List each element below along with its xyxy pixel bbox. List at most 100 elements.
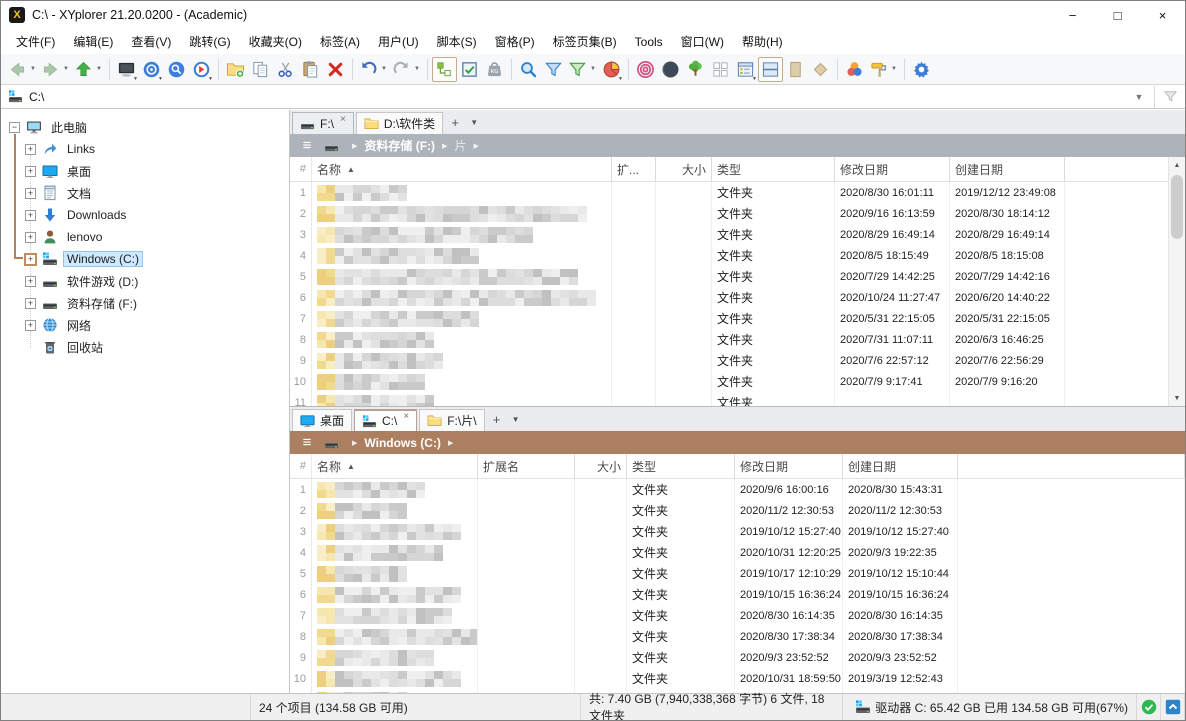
column-header-6[interactable]: 创建日期 <box>843 454 958 478</box>
toolbar-copy-button[interactable] <box>248 57 273 82</box>
column-header-0[interactable]: # <box>290 157 312 181</box>
new-tab-button[interactable]: + <box>445 115 465 130</box>
file-row[interactable]: 6文件夹2019/10/15 16:36:242019/10/15 16:36:… <box>290 584 1185 605</box>
toolbar-forward-button[interactable]: ▼ <box>39 57 72 82</box>
toolbar-dark-mode-button[interactable] <box>658 57 683 82</box>
tab-close-icon[interactable]: × <box>403 412 409 422</box>
scroll-down-icon[interactable]: ▼ <box>1169 390 1185 406</box>
file-row[interactable]: 7文件夹2020/5/31 22:15:052020/5/31 22:15:05 <box>290 308 1185 329</box>
redo-dropdown-icon[interactable]: ▼ <box>413 66 421 72</box>
tree-item-2[interactable]: +桌面 <box>1 160 289 182</box>
file-row[interactable]: 8文件夹2020/8/30 17:38:342020/8/30 17:38:34 <box>290 626 1185 647</box>
statistics-dropdown-icon[interactable]: ▼ <box>618 76 623 82</box>
toolbar-details-view-button[interactable]: ▼ <box>733 57 758 82</box>
toolbar-filter-button[interactable] <box>541 57 566 82</box>
toolbar-statistics-button[interactable]: ▼ <box>599 57 624 82</box>
tree-expander-icon[interactable]: − <box>9 122 20 133</box>
file-row[interactable]: 3文件夹2019/10/12 15:27:402019/10/12 15:27:… <box>290 521 1185 542</box>
toolbar-cut-button[interactable] <box>273 57 298 82</box>
tree-item-4[interactable]: +Downloads <box>1 204 289 226</box>
forward-dropdown-icon[interactable]: ▼ <box>62 66 70 72</box>
toolbar-new-folder-button[interactable] <box>223 57 248 82</box>
minimize-button[interactable]: − <box>1050 1 1095 29</box>
tree-expander-icon[interactable]: + <box>25 298 36 309</box>
tree-item-10[interactable]: 回收站 <box>1 336 289 358</box>
maximize-button[interactable]: □ <box>1095 1 1140 29</box>
toolbar-spiral-button[interactable] <box>633 57 658 82</box>
column-header-2[interactable]: 扩... <box>612 157 656 181</box>
column-header-2[interactable]: 扩展名 <box>478 454 575 478</box>
toolbar-single-pane-button[interactable] <box>783 57 808 82</box>
tree-item-9[interactable]: +网络 <box>1 314 289 336</box>
file-row[interactable]: 4文件夹2020/8/5 18:15:492020/8/5 18:15:08 <box>290 245 1185 266</box>
tab-bottom-2[interactable]: F:\片\ <box>419 409 484 431</box>
column-header-3[interactable]: 大小 <box>656 157 712 181</box>
toolbar-weigh-items-button[interactable]: KG <box>482 57 507 82</box>
tree-expander-icon[interactable]: + <box>24 253 37 266</box>
column-header-1[interactable]: 名称▲ <box>312 157 612 181</box>
hotlist-dropdown-icon[interactable]: ▼ <box>158 76 163 82</box>
tab-list-dropdown-icon[interactable]: ▼ <box>465 118 483 127</box>
tab-top-1[interactable]: D:\软件类 <box>356 112 443 134</box>
tree-expander-icon[interactable]: + <box>25 188 36 199</box>
vertical-scrollbar[interactable]: ▲▼ <box>1168 157 1185 406</box>
address-input[interactable]: C:\ <box>29 90 44 104</box>
scrollbar-thumb[interactable] <box>1171 175 1183 239</box>
scroll-up-icon[interactable]: ▲ <box>1169 157 1185 173</box>
toolbar-redo-button[interactable]: ▼ <box>390 57 423 82</box>
toolbar-checkbox-selection-button[interactable] <box>457 57 482 82</box>
tab-bottom-0[interactable]: 桌面 <box>292 409 352 431</box>
file-row[interactable]: 10文件夹2020/10/31 18:59:502019/3/19 12:52:… <box>290 668 1185 689</box>
pane-menu-icon[interactable]: ≡ <box>294 434 320 451</box>
menu-item-2[interactable]: 查看(V) <box>122 30 180 53</box>
address-bar[interactable]: C:\ ▼ <box>1 85 1185 109</box>
toolbar-delete-button[interactable] <box>323 57 348 82</box>
menu-item-12[interactable]: 帮助(H) <box>733 30 792 53</box>
breadcrumb-segment[interactable]: 片 <box>454 137 466 154</box>
toolbar-thumbnails-button[interactable] <box>708 57 733 82</box>
tree-item-6[interactable]: +Windows (C:) <box>1 248 289 270</box>
toolbar-back-button[interactable]: ▼ <box>6 57 39 82</box>
toolbar-search-button[interactable] <box>516 57 541 82</box>
tab-top-0[interactable]: F:\× <box>292 112 354 134</box>
menu-item-8[interactable]: 窗格(P) <box>486 30 544 53</box>
file-row[interactable]: 2文件夹2020/9/16 16:13:592020/8/30 18:14:12 <box>290 203 1185 224</box>
column-header-5[interactable]: 修改日期 <box>835 157 950 181</box>
column-header-4[interactable]: 类型 <box>627 454 735 478</box>
menu-item-9[interactable]: 标签页集(B) <box>544 30 626 53</box>
toolbar-paste-button[interactable] <box>298 57 323 82</box>
menu-item-4[interactable]: 收藏夹(O) <box>240 30 311 53</box>
menu-item-11[interactable]: 窗口(W) <box>672 30 733 53</box>
menu-item-0[interactable]: 文件(F) <box>7 30 64 53</box>
menu-item-6[interactable]: 用户(U) <box>369 30 428 53</box>
menu-item-5[interactable]: 标签(A) <box>311 30 369 53</box>
details-view-dropdown-icon[interactable]: ▼ <box>752 76 757 82</box>
toolbar-undo-button[interactable]: ▼ <box>357 57 390 82</box>
toolbar-customize-colors-button[interactable]: ▼ <box>867 57 900 82</box>
column-header-0[interactable]: # <box>290 454 312 478</box>
column-header-6[interactable]: 创建日期 <box>950 157 1065 181</box>
tree-item-1[interactable]: +Links <box>1 138 289 160</box>
tree-item-3[interactable]: +文档 <box>1 182 289 204</box>
tree-item-5[interactable]: +lenovo <box>1 226 289 248</box>
tab-bottom-1[interactable]: C:\× <box>354 409 417 431</box>
menu-item-3[interactable]: 跳转(G) <box>180 30 239 53</box>
file-row[interactable]: 7文件夹2020/8/30 16:14:352020/8/30 16:14:35 <box>290 605 1185 626</box>
pane-menu-icon[interactable]: ≡ <box>294 137 320 154</box>
go-to-dropdown-icon[interactable]: ▼ <box>208 76 213 82</box>
file-row[interactable]: 4文件夹2020/10/31 12:20:252020/9/3 19:22:35 <box>290 542 1185 563</box>
file-row[interactable]: 9文件夹2020/9/3 23:52:522020/9/3 23:52:52 <box>290 647 1185 668</box>
file-row[interactable]: 10文件夹2020/7/9 9:17:412020/7/9 9:16:20 <box>290 371 1185 392</box>
tree-expander-icon[interactable]: + <box>25 166 36 177</box>
toolbar-hotlist-button[interactable]: ▼ <box>139 57 164 82</box>
file-row[interactable]: 2文件夹2020/11/2 12:30:532020/11/2 12:30:53 <box>290 500 1185 521</box>
breadcrumb-segment[interactable]: Windows (C:) <box>364 436 441 450</box>
file-row[interactable]: 1文件夹2020/8/30 16:01:112019/12/12 23:49:0… <box>290 182 1185 203</box>
tree-item-0[interactable]: −此电脑 <box>1 116 289 138</box>
tree-item-7[interactable]: +软件游戏 (D:) <box>1 270 289 292</box>
visual-filter-icon[interactable] <box>1155 89 1185 104</box>
tree-item-8[interactable]: +资料存储 (F:) <box>1 292 289 314</box>
toolbar-filter-green-button[interactable]: ▼ <box>566 57 599 82</box>
tree-expander-icon[interactable]: + <box>25 276 36 287</box>
toolbar-color-filters-button[interactable] <box>842 57 867 82</box>
